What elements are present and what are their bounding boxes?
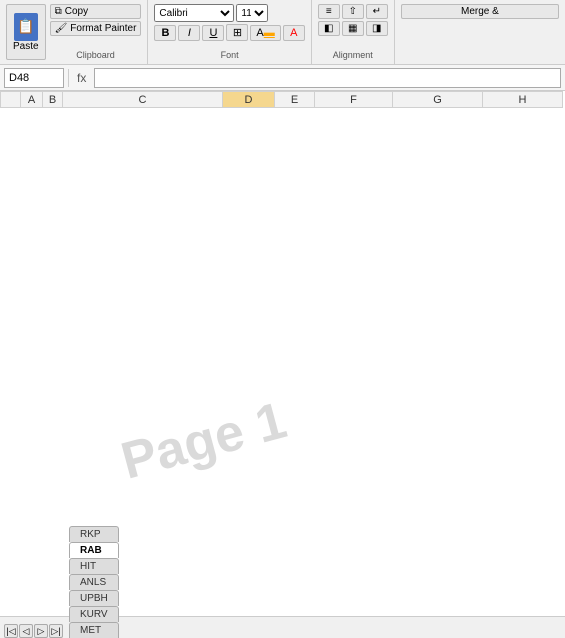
page-watermark: Page 1 [115, 390, 292, 491]
sheet-tab-met[interactable]: MET [69, 622, 119, 638]
merge-cells-button[interactable]: Merge & [401, 4, 559, 19]
tab-navigation: |◁ ◁ ▷ ▷| [4, 624, 63, 638]
merge-section: Merge & [395, 0, 565, 64]
alignment-section: ≡ ⇧ ↵ ◧ ▦ ◨ Alignment [312, 0, 395, 64]
col-c-header[interactable]: C [63, 92, 223, 108]
sheet-table: A B C D E F G H [0, 91, 563, 108]
col-e-header[interactable]: E [275, 92, 315, 108]
font-section: Calibri 11 B I U ⊞ A▬ A Font [148, 0, 311, 64]
fill-color-button[interactable]: A▬ [250, 25, 280, 41]
cell-reference-input[interactable] [4, 68, 64, 88]
font-color-button[interactable]: A [283, 25, 305, 41]
paste-label: Paste [13, 41, 39, 52]
tab-next-button[interactable]: ▷ [34, 624, 48, 638]
paste-icon: 📋 [14, 13, 38, 41]
col-b-header[interactable]: B [43, 92, 63, 108]
col-d-header[interactable]: D [223, 92, 275, 108]
merge-label [401, 58, 559, 60]
col-a-header[interactable]: A [21, 92, 43, 108]
col-h-header[interactable]: H [483, 92, 563, 108]
font-size-select[interactable]: 11 [236, 4, 268, 22]
formula-separator [68, 69, 69, 87]
clipboard-right-buttons: ⧉ Copy 🖌 Format Painter Clipboard [50, 4, 142, 60]
spreadsheet-area: Page 1 A B C D E F G H [0, 91, 565, 616]
tab-prev-button[interactable]: ◁ [19, 624, 33, 638]
underline-button[interactable]: U [202, 25, 224, 41]
font-name-select[interactable]: Calibri [154, 4, 234, 22]
format-painter-icon: 🖌 [55, 23, 68, 34]
formula-input[interactable] [94, 68, 561, 88]
italic-button[interactable]: I [178, 25, 200, 41]
bold-button[interactable]: B [154, 25, 176, 41]
alignment-label: Alignment [318, 48, 388, 60]
col-f-header[interactable]: F [315, 92, 393, 108]
clipboard-label: Clipboard [50, 48, 142, 60]
sheet-tabs: |◁ ◁ ▷ ▷| RKPRABHITANLSUPBHKURVMET [0, 616, 565, 638]
formula-bar: fx [0, 65, 565, 91]
fx-label: fx [73, 71, 90, 85]
copy-icon: ⧉ [55, 6, 62, 17]
tab-last-button[interactable]: ▷| [49, 624, 63, 638]
toolbar: 📋 Paste ⧉ Copy 🖌 Format Painter Clipboar… [0, 0, 565, 65]
paste-button[interactable]: 📋 Paste [6, 4, 46, 60]
align-top-center-button[interactable]: ⇧ [342, 4, 364, 19]
align-left-button[interactable]: ◧ [318, 21, 340, 36]
corner-header [1, 92, 21, 108]
font-label: Font [154, 48, 304, 60]
border-button[interactable]: ⊞ [226, 24, 248, 41]
copy-button[interactable]: ⧉ Copy [50, 4, 142, 19]
align-center-button[interactable]: ▦ [342, 21, 364, 36]
col-g-header[interactable]: G [393, 92, 483, 108]
wrap-text-button[interactable]: ↵ [366, 4, 388, 19]
align-top-left-button[interactable]: ≡ [318, 4, 340, 19]
clipboard-section: 📋 Paste ⧉ Copy 🖌 Format Painter Clipboar… [0, 0, 148, 64]
align-right-button[interactable]: ◨ [366, 21, 388, 36]
format-painter-button[interactable]: 🖌 Format Painter [50, 21, 142, 36]
tab-first-button[interactable]: |◁ [4, 624, 18, 638]
